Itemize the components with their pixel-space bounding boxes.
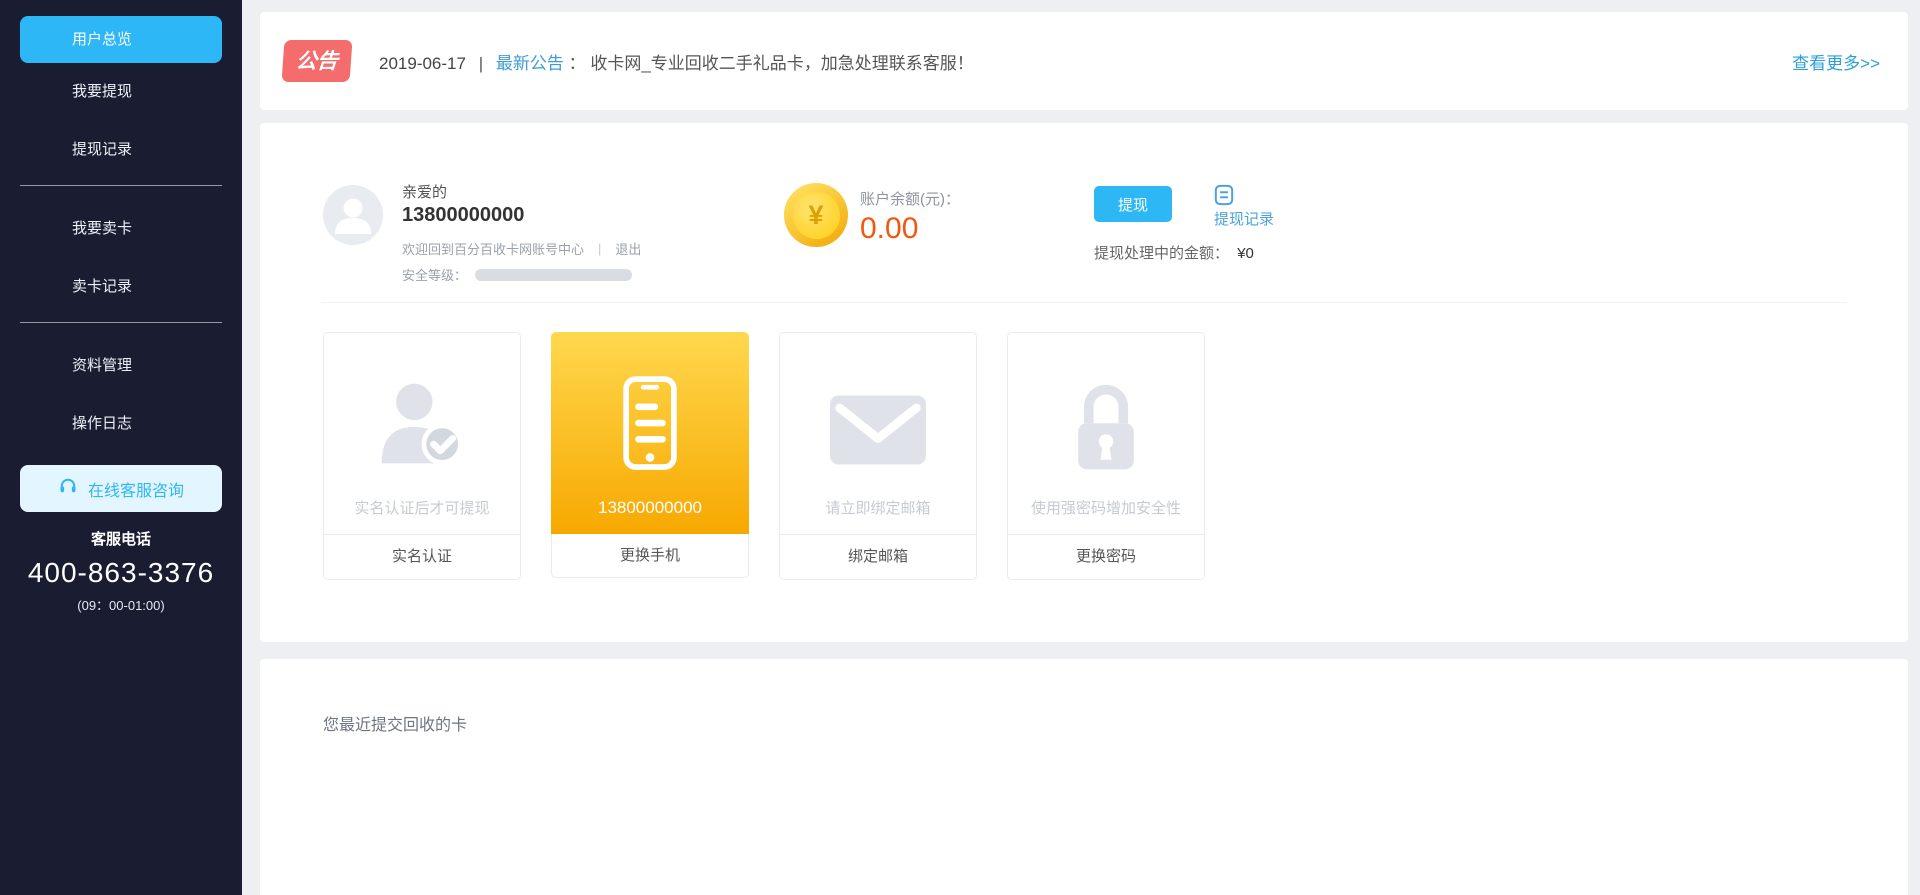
announcement-badge: 公告 (281, 40, 353, 82)
headset-icon (58, 476, 78, 501)
balance-block: ¥ 账户余额(元)： 0.00 (784, 183, 960, 247)
recent-cards-title: 您最近提交回收的卡 (323, 717, 468, 734)
card-footer-label[interactable]: 绑定邮箱 (780, 535, 976, 579)
envelope-icon (780, 395, 976, 465)
sidebar-divider (20, 322, 222, 323)
user-icon (323, 198, 383, 245)
processing-amount-value: ¥0 (1237, 245, 1254, 262)
sidebar-item-withdraw-records[interactable]: 提现记录 (0, 121, 242, 179)
announcement-bar: 公告 2019-06-17 | 最新公告 ： 收卡网_专业回收二手礼品卡，加急处… (260, 12, 1908, 110)
withdraw-block: 提现 提现记录 提现处理中的金额： ¥0 (1094, 184, 1274, 263)
withdraw-button[interactable]: 提现 (1094, 186, 1172, 222)
service-phone-hours: (09：00-01:00) (77, 598, 165, 613)
card-footer-label[interactable]: 更换手机 (551, 534, 749, 578)
account-action-cards: 实名认证后才可提现 实名认证 13800000000 更换手机 请立即绑定邮箱 … (323, 332, 1205, 580)
announcement-colon: ： (568, 53, 586, 73)
card-caption: 使用强密码增加安全性 (1030, 500, 1181, 517)
card-change-password[interactable]: 使用强密码增加安全性 更换密码 (1007, 332, 1205, 580)
sidebar-item-sell-records[interactable]: 卖卡记录 (0, 258, 242, 316)
card-caption: 请立即绑定邮箱 (825, 500, 931, 517)
announcement-latest-label[interactable]: 最新公告 (496, 54, 564, 73)
recent-cards-panel: 您最近提交回收的卡 (260, 659, 1908, 895)
announcement-text: 2019-06-17 | 最新公告 ： 收卡网_专业回收二手礼品卡，加急处理联系… (379, 49, 974, 74)
security-progress-bar (475, 268, 633, 281)
user-check-icon (324, 375, 520, 471)
coin-icon: ¥ (784, 183, 848, 247)
card-change-phone[interactable]: 13800000000 更换手机 (551, 332, 749, 580)
card-footer-label[interactable]: 更换密码 (1008, 535, 1204, 579)
sidebar-item-user-overview[interactable]: 用户总览 (20, 16, 222, 63)
online-service-label: 在线客服咨询 (87, 482, 184, 500)
welcome-separator: | (598, 241, 602, 256)
sidebar-divider (20, 185, 222, 186)
yen-symbol: ¥ (792, 191, 840, 239)
sidebar-item-withdraw[interactable]: 我要提现 (0, 63, 242, 121)
announcement-pipe: | (478, 53, 484, 73)
announcement-date: 2019-06-17 (379, 53, 466, 73)
processing-amount-label: 提现处理中的金额： (1094, 245, 1230, 262)
announcement-message: 收卡网_专业回收二手礼品卡，加急处理联系客服！ (590, 53, 974, 73)
record-icon (1214, 184, 1234, 208)
withdraw-record-link[interactable]: 提现记录 (1214, 184, 1274, 229)
service-phone-block: 客服电话 400-863-3376 (09：00-01:00) (0, 528, 242, 614)
sidebar-item-profile[interactable]: 资料管理 (0, 337, 242, 395)
view-more-link[interactable]: 查看更多>> (1792, 49, 1880, 74)
card-bind-email[interactable]: 请立即绑定邮箱 绑定邮箱 (779, 332, 977, 580)
greeting-text: 亲爱的 (402, 184, 448, 201)
service-phone-label: 客服电话 (90, 531, 151, 548)
account-overview-panel: 亲爱的 13800000000 欢迎回到百分百收卡网账号中心 | 退出 安全等级… (260, 123, 1908, 642)
card-real-name-auth[interactable]: 实名认证后才可提现 实名认证 (323, 332, 521, 580)
sidebar-item-sell-card[interactable]: 我要卖卡 (0, 200, 242, 258)
withdraw-record-label: 提现记录 (1214, 211, 1275, 228)
user-phone-number: 13800000000 (402, 204, 525, 226)
welcome-text: 欢迎回到百分百收卡网账号中心 (402, 242, 585, 257)
card-footer-label[interactable]: 实名认证 (324, 535, 520, 579)
card-caption: 实名认证后才可提现 (354, 500, 490, 517)
sidebar-item-operation-log[interactable]: 操作日志 (0, 395, 242, 453)
lock-icon (1008, 381, 1204, 477)
greeting-block: 亲爱的 13800000000 欢迎回到百分百收卡网账号中心 | 退出 安全等级… (402, 181, 641, 284)
security-level-label: 安全等级： (402, 268, 468, 283)
avatar (323, 185, 383, 245)
balance-amount: 0.00 (860, 212, 919, 245)
service-phone-number: 400-863-3376 (27, 557, 215, 588)
logout-link[interactable]: 退出 (615, 239, 641, 258)
user-summary-row: 亲爱的 13800000000 欢迎回到百分百收卡网账号中心 | 退出 安全等级… (321, 123, 1847, 303)
phone-icon (551, 374, 749, 474)
online-service-button[interactable]: 在线客服咨询 (20, 465, 222, 512)
balance-label: 账户余额(元)： (860, 191, 960, 208)
card-caption: 13800000000 (597, 498, 702, 517)
sidebar: 用户总览 我要提现 提现记录 我要卖卡 卖卡记录 资料管理 操作日志 在线客服咨… (0, 0, 242, 895)
